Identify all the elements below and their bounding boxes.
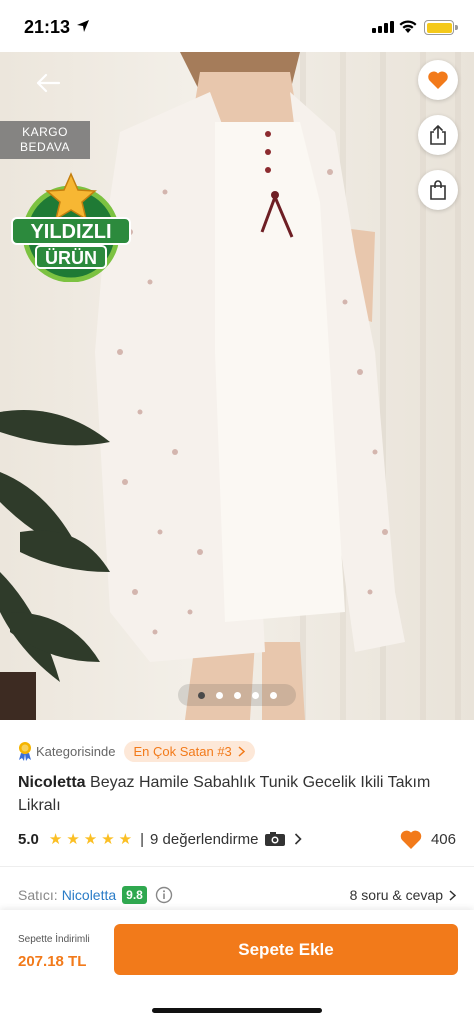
favorite-count[interactable]: 406 <box>399 827 456 851</box>
favorite-count-value: 406 <box>430 830 456 848</box>
best-seller-rank-text: En Çok Satan #3 <box>133 743 232 759</box>
rating-score: 5.0 <box>18 830 39 848</box>
carousel-dot[interactable] <box>215 691 223 699</box>
star-icon: ★ <box>66 830 80 848</box>
camera-icon <box>265 832 286 846</box>
wifi-icon <box>399 20 417 33</box>
product-image-carousel[interactable]: KARGO BEDAVA YILDIZLI ÜRÜN <box>0 52 474 720</box>
heart-icon <box>428 71 448 89</box>
discount-price: 207.18 TL <box>18 953 87 970</box>
star-icon: ★ <box>48 830 63 848</box>
arrow-left-icon <box>36 73 61 93</box>
divider <box>0 866 474 867</box>
star-product-badge: YILDIZLI ÜRÜN <box>11 172 131 282</box>
category-label: Kategorisinde <box>36 743 116 759</box>
carousel-dot[interactable] <box>251 691 259 699</box>
seller-name-link[interactable]: Nicoletta <box>62 887 116 903</box>
product-title: Nicoletta Beyaz Hamile Sabahlık Tunik Ge… <box>18 771 458 817</box>
category-ranking[interactable]: Kategorisinde En Çok Satan #3 <box>18 739 255 763</box>
status-bar: 21:13 <box>0 0 474 52</box>
carousel-dot[interactable] <box>233 691 241 699</box>
location-arrow-icon <box>77 20 89 32</box>
carousel-dot[interactable] <box>269 691 277 699</box>
add-to-cart-button[interactable]: Sepete Ekle <box>114 924 458 975</box>
carousel-dot[interactable] <box>197 691 205 699</box>
medal-icon <box>19 742 31 761</box>
favorite-button[interactable] <box>418 60 458 100</box>
home-indicator[interactable] <box>152 1008 322 1013</box>
seller-score-badge: 9.8 <box>122 886 147 904</box>
battery-icon <box>424 20 458 35</box>
star-icon: ★ <box>101 830 115 848</box>
rating-separator: | <box>140 830 145 848</box>
discount-label: Sepette İndirimli <box>18 934 90 945</box>
carousel-indicator[interactable] <box>178 684 296 706</box>
seller-label: Satıcı: <box>18 887 58 903</box>
review-count-link[interactable]: 9 değerlendirme <box>150 831 258 848</box>
star-icon: ★ <box>83 830 98 848</box>
chevron-right-icon <box>449 889 456 901</box>
free-shipping-badge: KARGO BEDAVA <box>0 121 90 159</box>
product-brand[interactable]: Nicoletta <box>18 774 86 791</box>
chevron-right-icon <box>238 745 245 757</box>
star-icon: ★ <box>118 830 133 848</box>
bottom-action-bar: Sepette İndirimli 207.18 TL Sepete Ekle <box>0 910 474 1024</box>
star-badge-line1: YILDIZLI <box>30 221 111 243</box>
best-seller-rank-pill[interactable]: En Çok Satan #3 <box>123 740 255 762</box>
info-icon[interactable] <box>155 886 173 904</box>
questions-answers-text: 8 soru & cevap <box>349 887 443 903</box>
free-shipping-line1: KARGO <box>22 125 68 139</box>
free-shipping-line2: BEDAVA <box>20 140 70 154</box>
shopping-bag-icon <box>430 180 446 200</box>
heart-icon <box>400 830 422 849</box>
cellular-signal-icon <box>372 21 394 33</box>
status-time: 21:13 <box>24 17 71 37</box>
questions-answers-link[interactable]: 8 soru & cevap <box>350 884 456 906</box>
rating-stars: ★ ★ ★ ★ ★ <box>49 832 132 847</box>
chevron-right-icon <box>295 833 303 845</box>
seller-info: Satıcı: Nicoletta 9.8 <box>18 884 173 906</box>
back-button[interactable] <box>28 68 68 98</box>
star-badge-line2: ÜRÜN <box>45 248 97 268</box>
share-icon <box>430 125 446 145</box>
share-button[interactable] <box>418 115 458 155</box>
go-to-cart-button[interactable] <box>418 170 458 210</box>
rating-row[interactable]: 5.0 ★ ★ ★ ★ ★ | 9 değerlendirme <box>18 827 458 851</box>
